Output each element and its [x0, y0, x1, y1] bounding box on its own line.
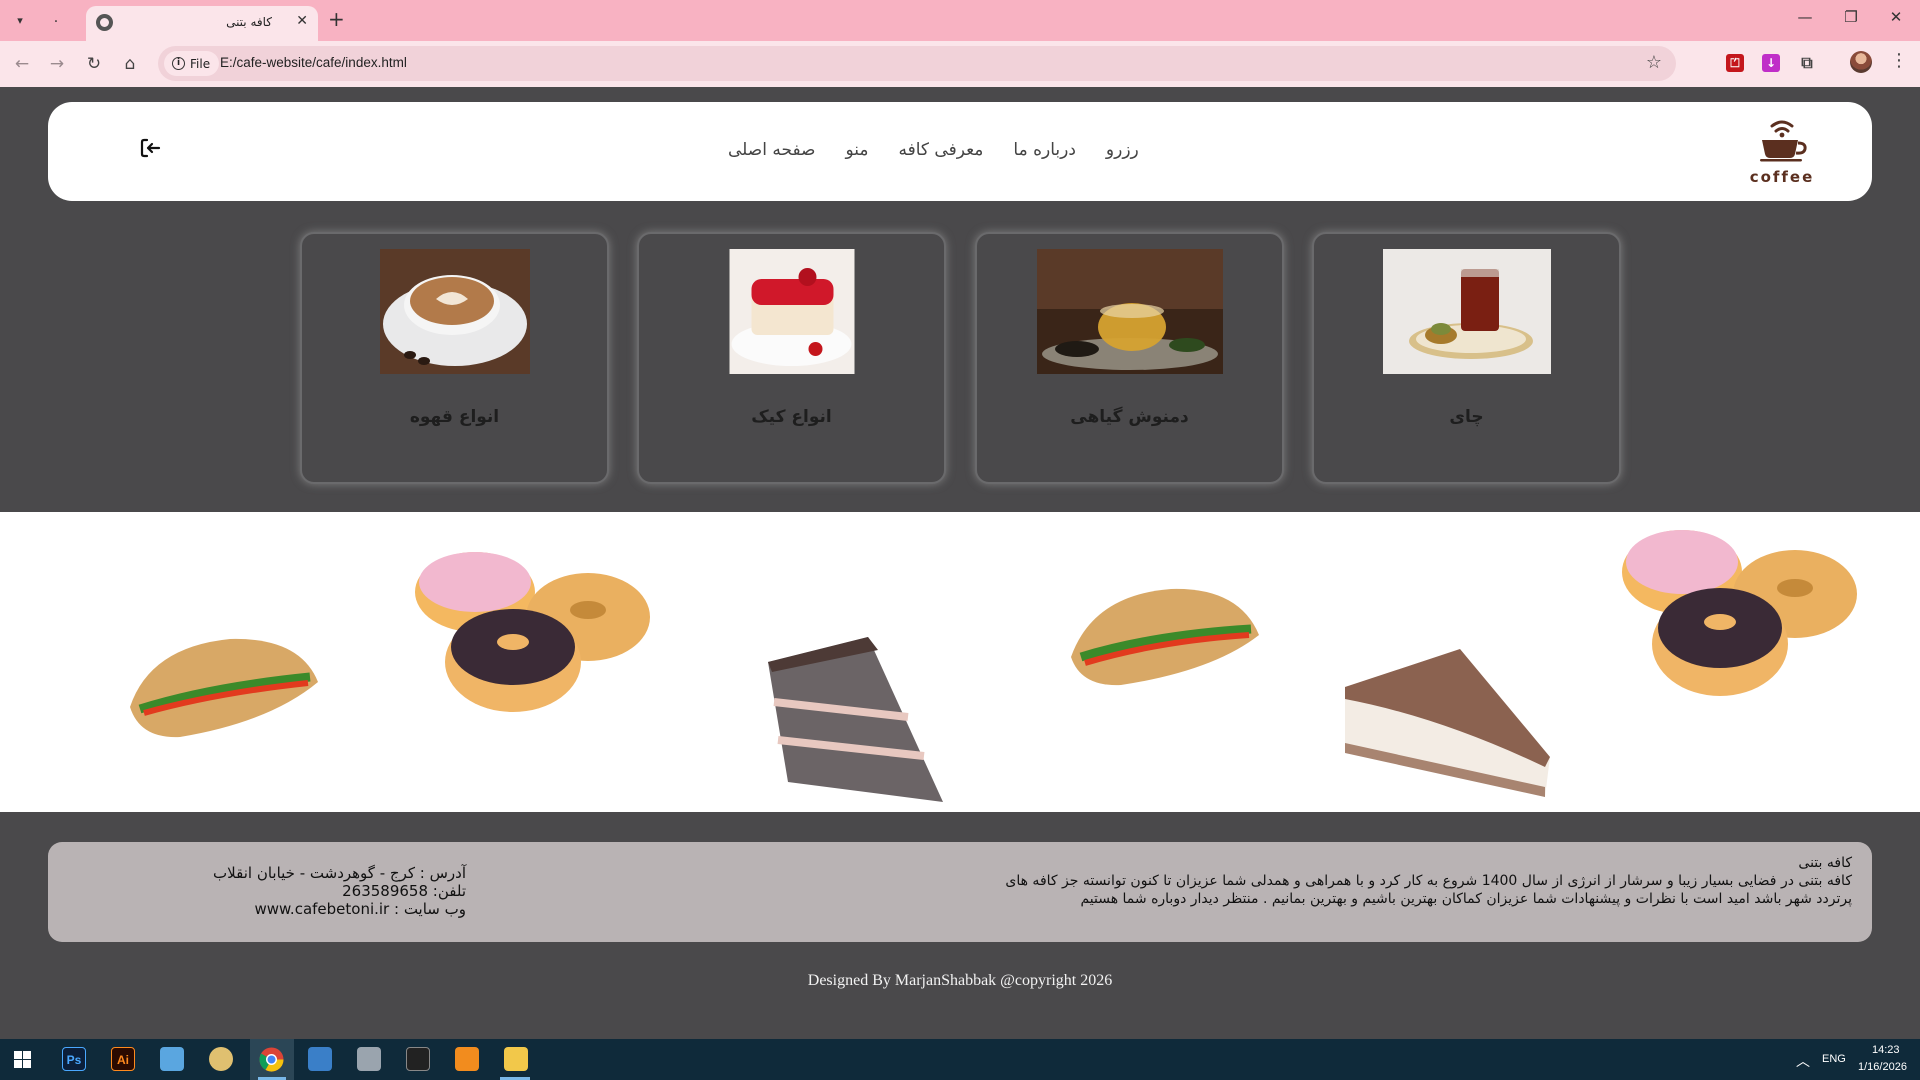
menu-kebab-icon[interactable]: ⋮ [1890, 50, 1908, 71]
address-bar[interactable]: i File E:/cafe-website/cafe/index.html ☆ [158, 46, 1676, 81]
restore-icon[interactable]: ❐ [1836, 8, 1866, 26]
cheesecake-slice-image [1345, 649, 1550, 797]
coffee-image [379, 249, 530, 374]
tab-title: کافه بتنی [226, 15, 272, 29]
window-close-icon[interactable]: ✕ [1881, 8, 1911, 26]
tab-inactive[interactable]: . [46, 10, 66, 30]
category-label-coffee: انواع قهوه [409, 407, 500, 427]
clock-time[interactable]: 14:23 [1872, 1044, 1900, 1056]
donuts-image [415, 552, 650, 712]
category-cards: چای دمنوش گیاهی انواع کیک انواع قهوه [300, 232, 1622, 484]
cake-image [729, 249, 854, 374]
category-card-tea[interactable]: چای [1312, 232, 1621, 484]
main-nav: صفحه اصلی منو معرفی کافه درباره ما رزرو [728, 140, 1139, 160]
croissant-sandwich-image-2 [1071, 588, 1259, 686]
clock-date[interactable]: 1/16/2026 [1858, 1061, 1907, 1073]
coffee-cup-wifi-icon [1760, 120, 1807, 162]
footer-address: آدرس : کرج - گوهردشت - خیابان انقلاب [213, 864, 466, 882]
bookmark-star-icon[interactable]: ☆ [1646, 52, 1662, 73]
file-explorer-icon[interactable] [504, 1047, 528, 1071]
illustrator-icon[interactable]: Ai [111, 1047, 135, 1071]
notepad-icon[interactable] [160, 1047, 184, 1071]
site-header: coffee صفحه اصلی منو معرفی کافه درباره م… [48, 102, 1872, 201]
category-card-herbal-tea[interactable]: دمنوش گیاهی [975, 232, 1284, 484]
chrome-icon[interactable] [259, 1047, 284, 1072]
login-arrow-icon[interactable] [138, 136, 162, 160]
photoshop-icon[interactable]: Ps [62, 1047, 86, 1071]
tab-search-icon[interactable]: ▾ [8, 8, 32, 32]
puzzle-icon[interactable]: ⧉ [1798, 54, 1816, 72]
profile-avatar[interactable] [1850, 51, 1872, 73]
pdf-extension-icon[interactable]: ⏍ [1726, 54, 1744, 72]
footer-about-title: کافه بتنی [1798, 855, 1852, 871]
os-taskbar: Ps Ai ︿ ENG 14:23 1/16/2026 [0, 1039, 1920, 1080]
browser-toolbar: ← → ↻ ⌂ i File E:/cafe-website/cafe/inde… [0, 41, 1920, 87]
pastry-banner [0, 512, 1920, 812]
site-logo[interactable]: coffee [1744, 116, 1820, 186]
page-viewport: coffee صفحه اصلی منو معرفی کافه درباره م… [0, 87, 1920, 1039]
croissant-sandwich-image [130, 638, 318, 738]
calculator-icon[interactable] [357, 1047, 381, 1071]
url-text[interactable]: E:/cafe-website/cafe/index.html [220, 55, 407, 70]
logo-text: coffee [1749, 168, 1815, 186]
donuts-image-2 [1622, 530, 1857, 696]
reload-icon[interactable]: ↻ [80, 50, 108, 78]
download-extension-icon[interactable]: ↓ [1762, 54, 1780, 72]
footer-website[interactable]: وب سایت : www.cafebetoni.ir [156, 900, 467, 918]
category-label-cakes: انواع کیک [751, 407, 832, 427]
copyright-text: Designed By MarjanShabbak @copyright 202… [807, 972, 1113, 989]
nav-link-menu[interactable]: منو [845, 140, 868, 160]
category-label-tea: چای [1449, 407, 1484, 427]
info-icon: i [172, 57, 185, 70]
site-info-button[interactable]: i File [164, 51, 220, 76]
windows-start-icon[interactable] [14, 1051, 31, 1068]
category-card-cakes[interactable]: انواع کیک [637, 232, 946, 484]
url-scheme-label: File [190, 56, 211, 71]
herbal-tea-image [1036, 249, 1223, 374]
category-label-herbal-tea: دمنوش گیاهی [1070, 407, 1189, 427]
browser-tab-bar: ▾ . کافه بتنی ✕ + — ❐ ✕ [0, 0, 1920, 41]
globe-icon [96, 14, 113, 31]
nav-link-reserve[interactable]: رزرو [1106, 140, 1139, 160]
site-footer: کافه بتنی کافه بتنی در فضایی بسیار زیبا … [48, 842, 1872, 942]
back-icon[interactable]: ← [8, 50, 36, 78]
forward-icon[interactable]: → [43, 50, 71, 78]
paint-icon[interactable] [209, 1047, 233, 1071]
minimize-icon[interactable]: — [1790, 8, 1820, 26]
chocolate-cake-slice-image [768, 637, 943, 802]
remote-desktop-icon[interactable] [308, 1047, 332, 1071]
nav-link-about[interactable]: درباره ما [1013, 140, 1076, 160]
terminal-icon[interactable] [406, 1047, 430, 1071]
footer-about-text: کافه بتنی در فضایی بسیار زیبا و سرشار از… [1005, 873, 1852, 907]
tab-close-icon[interactable]: ✕ [296, 13, 308, 29]
tray-chevron-icon[interactable]: ︿ [1796, 1051, 1810, 1071]
nav-link-home[interactable]: صفحه اصلی [728, 140, 815, 160]
tea-image [1382, 249, 1551, 374]
language-indicator[interactable]: ENG [1822, 1053, 1846, 1065]
nav-link-cafe-intro[interactable]: معرفی کافه [899, 140, 984, 160]
footer-phone: تلفن: 263589658 [342, 882, 466, 900]
tab-active[interactable]: کافه بتنی ✕ [86, 6, 318, 41]
media-app-icon[interactable] [455, 1047, 479, 1071]
category-card-coffee[interactable]: انواع قهوه [300, 232, 609, 484]
new-tab-icon[interactable]: + [328, 7, 345, 31]
footer-contact: آدرس : کرج - گوهردشت - خیابان انقلاب تلف… [156, 864, 466, 918]
footer-about: کافه بتنی کافه بتنی در فضایی بسیار زیبا … [1002, 854, 1852, 908]
home-icon[interactable]: ⌂ [116, 50, 144, 78]
